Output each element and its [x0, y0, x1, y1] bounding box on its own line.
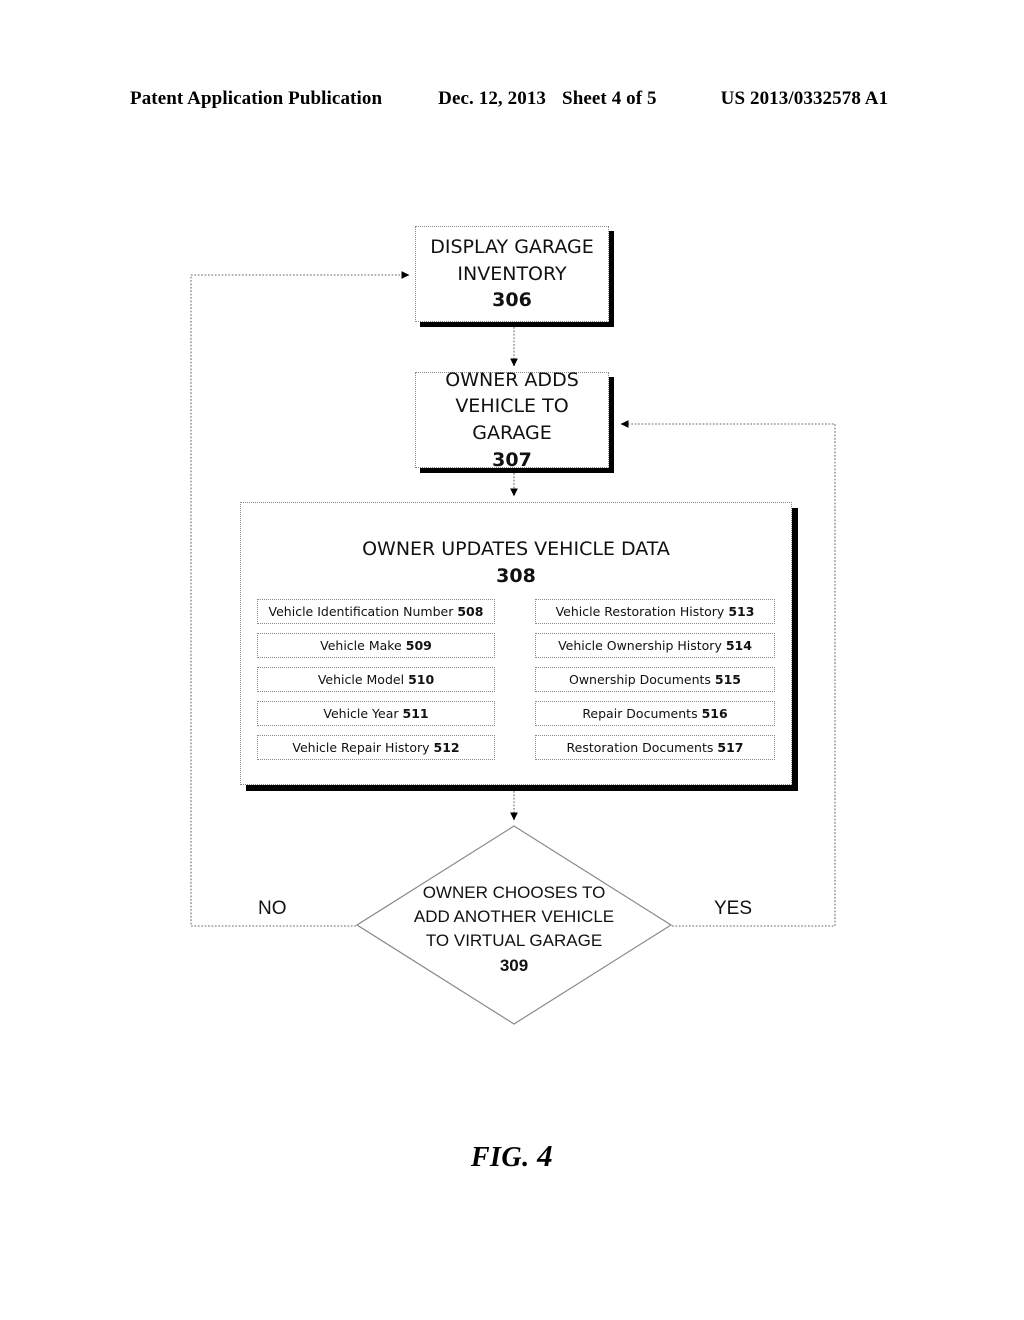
process-box-owner-adds-vehicle[interactable]: OWNER ADDS VEHICLE TO GARAGE 307 [415, 369, 609, 471]
figure-caption-prefix: FIG. [470, 1142, 530, 1173]
field-restoration-documents[interactable]: Restoration Documents 517 [535, 735, 775, 760]
field-vehicle-ownership-history[interactable]: Vehicle Ownership History 514 [535, 633, 775, 658]
field-label: Vehicle Restoration History [555, 604, 725, 619]
field-vehicle-repair-history[interactable]: Vehicle Repair History 512 [257, 735, 495, 760]
field-label: Vehicle Model [317, 672, 405, 687]
figure-caption-number: 4 [537, 1138, 554, 1173]
field-vehicle-identification-number[interactable]: Vehicle Identification Number 508 [257, 599, 495, 624]
field-reference: 514 [725, 638, 752, 653]
field-reference: 510 [408, 672, 435, 687]
field-label: Repair Documents [582, 706, 698, 721]
field-label: Ownership Documents [569, 672, 711, 687]
box-308-title: OWNER UPDATES VEHICLE DATA [362, 538, 670, 560]
decision-reference: 309 [499, 956, 529, 976]
box-307-line-2: VEHICLE TO GARAGE [455, 395, 569, 444]
vehicle-data-fields-left-column: Vehicle Identification Number 508 Vehicl… [257, 599, 495, 760]
field-label: Vehicle Year [323, 706, 399, 721]
field-vehicle-year[interactable]: Vehicle Year 511 [257, 701, 495, 726]
decision-line-2: ADD ANOTHER VEHICLE [413, 907, 615, 927]
field-label: Restoration Documents [566, 740, 714, 755]
field-ownership-documents[interactable]: Ownership Documents 515 [535, 667, 775, 692]
field-label: Vehicle Ownership History [558, 638, 722, 653]
box-306-reference: 306 [492, 289, 532, 312]
branch-label-yes: YES [714, 898, 753, 919]
field-reference: 512 [433, 740, 460, 755]
decision-line-1: OWNER CHOOSES TO [422, 883, 606, 902]
field-reference: 515 [714, 672, 741, 687]
branch-label-no: NO [258, 898, 287, 919]
process-box-owner-updates-vehicle-data[interactable]: OWNER UPDATES VEHICLE DATA 308 Vehicle I… [240, 502, 792, 785]
field-reference: 516 [701, 706, 728, 721]
field-vehicle-restoration-history[interactable]: Vehicle Restoration History 513 [535, 599, 775, 624]
decision-label-group: OWNER CHOOSES TO ADD ANOTHER VEHICLE TO … [356, 881, 672, 979]
field-vehicle-model[interactable]: Vehicle Model 510 [257, 667, 495, 692]
box-306-line-2: INVENTORY [457, 262, 567, 285]
decision-owner-chooses-add-another-vehicle[interactable]: OWNER CHOOSES TO ADD ANOTHER VEHICLE TO … [356, 825, 672, 1025]
field-reference: 511 [402, 706, 429, 721]
flowchart-figure: DISPLAY GARAGE INVENTORY 306 OWNER ADDS … [0, 0, 1024, 1320]
vehicle-data-fields-right-column: Vehicle Restoration History 513 Vehicle … [535, 599, 775, 760]
field-reference: 509 [405, 638, 432, 653]
field-label: Vehicle Identification Number [268, 604, 454, 619]
decision-line-3: TO VIRTUAL GARAGE [425, 931, 603, 951]
field-label: Vehicle Make [320, 638, 402, 653]
field-vehicle-make[interactable]: Vehicle Make 509 [257, 633, 495, 658]
vehicle-data-fields: Vehicle Identification Number 508 Vehicl… [241, 599, 791, 760]
process-box-display-garage-inventory[interactable]: DISPLAY GARAGE INVENTORY 306 [415, 226, 609, 322]
field-repair-documents[interactable]: Repair Documents 516 [535, 701, 775, 726]
field-label: Vehicle Repair History [292, 740, 430, 755]
box-308-reference: 308 [496, 564, 536, 587]
field-reference: 508 [457, 604, 484, 619]
box-307-line-1: OWNER ADDS [445, 368, 579, 391]
field-reference: 517 [717, 740, 744, 755]
box-307-reference: 307 [492, 448, 532, 471]
box-308-title-group: OWNER UPDATES VEHICLE DATA 308 [241, 537, 791, 588]
box-306-line-1: DISPLAY GARAGE [430, 236, 594, 259]
field-reference: 513 [728, 604, 755, 619]
figure-caption: FIG. 4 [0, 1138, 1024, 1174]
